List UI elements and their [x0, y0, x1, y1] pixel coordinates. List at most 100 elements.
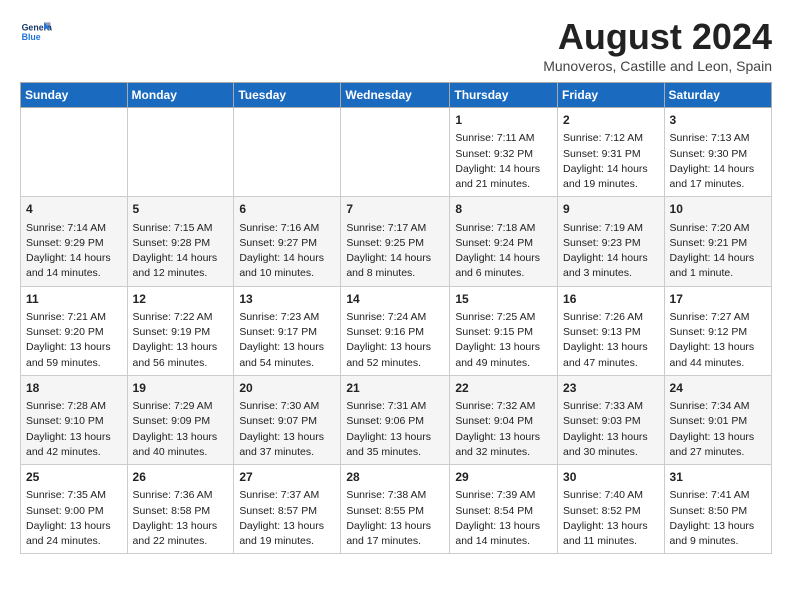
day-number: 13	[239, 291, 335, 308]
day-info: Sunrise: 7:33 AM Sunset: 9:03 PM Dayligh…	[563, 400, 648, 458]
day-info: Sunrise: 7:38 AM Sunset: 8:55 PM Dayligh…	[346, 489, 431, 547]
calendar-cell: 2Sunrise: 7:12 AM Sunset: 9:31 PM Daylig…	[558, 108, 665, 197]
calendar-table: SundayMondayTuesdayWednesdayThursdayFrid…	[20, 82, 772, 554]
day-number: 22	[455, 380, 552, 397]
calendar-cell	[21, 108, 128, 197]
day-number: 7	[346, 201, 444, 218]
day-number: 14	[346, 291, 444, 308]
calendar-cell: 12 Sunrise: 7:22 AM Sunset: 9:19 PM Dayli…	[127, 286, 234, 375]
calendar-cell: 29 Sunrise: 7:39 AM Sunset: 8:54 PM Dayli…	[450, 465, 558, 554]
day-info: Sunrise: 7:24 AM Sunset: 9:16 PM Dayligh…	[346, 311, 431, 369]
day-number: 21	[346, 380, 444, 397]
day-info: Sunrise: 7:19 AM Sunset: 9:23 PM Dayligh…	[563, 222, 648, 280]
calendar-cell: 27 Sunrise: 7:37 AM Sunset: 8:57 PM Dayli…	[234, 465, 341, 554]
calendar-cell: 20 Sunrise: 7:30 AM Sunset: 9:07 PM Dayli…	[234, 375, 341, 464]
calendar-cell	[234, 108, 341, 197]
weekday-header-cell: Thursday	[450, 83, 558, 108]
page-header: General Blue August 2024 Munoveros, Cast…	[20, 16, 772, 74]
title-area: August 2024 Munoveros, Castille and Leon…	[543, 16, 772, 74]
calendar-cell: 21 Sunrise: 7:31 AM Sunset: 9:06 PM Dayli…	[341, 375, 450, 464]
day-info: Sunrise: 7:32 AM Sunset: 9:04 PM Dayligh…	[455, 400, 540, 458]
day-info: Sunrise: 7:11 AM Sunset: 9:32 PM Dayligh…	[455, 132, 540, 190]
day-number: 3	[670, 112, 766, 129]
day-number: 15	[455, 291, 552, 308]
day-info: Sunrise: 7:25 AM Sunset: 9:15 PM Dayligh…	[455, 311, 540, 369]
day-info: Sunrise: 7:31 AM Sunset: 9:06 PM Dayligh…	[346, 400, 431, 458]
calendar-cell: 14 Sunrise: 7:24 AM Sunset: 9:16 PM Dayli…	[341, 286, 450, 375]
weekday-header-cell: Monday	[127, 83, 234, 108]
calendar-cell: 5 Sunrise: 7:15 AM Sunset: 9:28 PM Daylig…	[127, 197, 234, 286]
calendar-cell: 18 Sunrise: 7:28 AM Sunset: 9:10 PM Dayli…	[21, 375, 128, 464]
calendar-cell: 28 Sunrise: 7:38 AM Sunset: 8:55 PM Dayli…	[341, 465, 450, 554]
day-info: Sunrise: 7:30 AM Sunset: 9:07 PM Dayligh…	[239, 400, 324, 458]
day-number: 8	[455, 201, 552, 218]
day-number: 16	[563, 291, 659, 308]
weekday-header-cell: Sunday	[21, 83, 128, 108]
calendar-cell: 4Sunrise: 7:14 AM Sunset: 9:29 PM Daylig…	[21, 197, 128, 286]
day-info: Sunrise: 7:21 AM Sunset: 9:20 PM Dayligh…	[26, 311, 111, 369]
calendar-cell: 6 Sunrise: 7:16 AM Sunset: 9:27 PM Daylig…	[234, 197, 341, 286]
calendar-cell: 24Sunrise: 7:34 AM Sunset: 9:01 PM Dayli…	[664, 375, 771, 464]
weekday-header-cell: Wednesday	[341, 83, 450, 108]
day-info: Sunrise: 7:13 AM Sunset: 9:30 PM Dayligh…	[670, 132, 755, 190]
day-number: 30	[563, 469, 659, 486]
calendar-week-row: 25 Sunrise: 7:35 AM Sunset: 9:00 PM Dayli…	[21, 465, 772, 554]
day-info: Sunrise: 7:26 AM Sunset: 9:13 PM Dayligh…	[563, 311, 648, 369]
day-number: 17	[670, 291, 766, 308]
calendar-cell: 26 Sunrise: 7:36 AM Sunset: 8:58 PM Dayli…	[127, 465, 234, 554]
day-info: Sunrise: 7:35 AM Sunset: 9:00 PM Dayligh…	[26, 489, 111, 547]
calendar-cell: 25 Sunrise: 7:35 AM Sunset: 9:00 PM Dayli…	[21, 465, 128, 554]
weekday-header-cell: Friday	[558, 83, 665, 108]
calendar-cell: 30 Sunrise: 7:40 AM Sunset: 8:52 PM Dayli…	[558, 465, 665, 554]
calendar-cell: 10 Sunrise: 7:20 AM Sunset: 9:21 PM Dayli…	[664, 197, 771, 286]
day-info: Sunrise: 7:17 AM Sunset: 9:25 PM Dayligh…	[346, 222, 431, 280]
calendar-cell: 17 Sunrise: 7:27 AM Sunset: 9:12 PM Dayli…	[664, 286, 771, 375]
day-info: Sunrise: 7:37 AM Sunset: 8:57 PM Dayligh…	[239, 489, 324, 547]
day-info: Sunrise: 7:27 AM Sunset: 9:12 PM Dayligh…	[670, 311, 755, 369]
day-info: Sunrise: 7:28 AM Sunset: 9:10 PM Dayligh…	[26, 400, 111, 458]
calendar-week-row: 1Sunrise: 7:11 AM Sunset: 9:32 PM Daylig…	[21, 108, 772, 197]
day-info: Sunrise: 7:34 AM Sunset: 9:01 PM Dayligh…	[670, 400, 755, 458]
day-info: Sunrise: 7:36 AM Sunset: 8:58 PM Dayligh…	[133, 489, 218, 547]
day-number: 19	[133, 380, 229, 397]
day-number: 18	[26, 380, 122, 397]
calendar-week-row: 4Sunrise: 7:14 AM Sunset: 9:29 PM Daylig…	[21, 197, 772, 286]
calendar-cell: 19Sunrise: 7:29 AM Sunset: 9:09 PM Dayli…	[127, 375, 234, 464]
day-number: 6	[239, 201, 335, 218]
day-number: 23	[563, 380, 659, 397]
month-title: August 2024	[543, 16, 772, 58]
day-number: 12	[133, 291, 229, 308]
logo-icon: General Blue	[20, 16, 52, 48]
day-number: 9	[563, 201, 659, 218]
calendar-cell: 22 Sunrise: 7:32 AM Sunset: 9:04 PM Dayli…	[450, 375, 558, 464]
day-info: Sunrise: 7:22 AM Sunset: 9:19 PM Dayligh…	[133, 311, 218, 369]
svg-text:Blue: Blue	[22, 32, 41, 42]
day-info: Sunrise: 7:20 AM Sunset: 9:21 PM Dayligh…	[670, 222, 755, 280]
day-number: 25	[26, 469, 122, 486]
calendar-cell: 8 Sunrise: 7:18 AM Sunset: 9:24 PM Daylig…	[450, 197, 558, 286]
day-info: Sunrise: 7:23 AM Sunset: 9:17 PM Dayligh…	[239, 311, 324, 369]
day-number: 20	[239, 380, 335, 397]
calendar-week-row: 18 Sunrise: 7:28 AM Sunset: 9:10 PM Dayli…	[21, 375, 772, 464]
day-number: 28	[346, 469, 444, 486]
day-info: Sunrise: 7:39 AM Sunset: 8:54 PM Dayligh…	[455, 489, 540, 547]
calendar-cell: 16 Sunrise: 7:26 AM Sunset: 9:13 PM Dayli…	[558, 286, 665, 375]
day-number: 26	[133, 469, 229, 486]
calendar-cell: 31Sunrise: 7:41 AM Sunset: 8:50 PM Dayli…	[664, 465, 771, 554]
day-info: Sunrise: 7:18 AM Sunset: 9:24 PM Dayligh…	[455, 222, 540, 280]
day-number: 10	[670, 201, 766, 218]
day-info: Sunrise: 7:41 AM Sunset: 8:50 PM Dayligh…	[670, 489, 755, 547]
location-title: Munoveros, Castille and Leon, Spain	[543, 58, 772, 74]
calendar-cell: 1Sunrise: 7:11 AM Sunset: 9:32 PM Daylig…	[450, 108, 558, 197]
day-number: 27	[239, 469, 335, 486]
day-info: Sunrise: 7:16 AM Sunset: 9:27 PM Dayligh…	[239, 222, 324, 280]
day-number: 11	[26, 291, 122, 308]
day-info: Sunrise: 7:40 AM Sunset: 8:52 PM Dayligh…	[563, 489, 648, 547]
calendar-cell: 15 Sunrise: 7:25 AM Sunset: 9:15 PM Dayli…	[450, 286, 558, 375]
calendar-cell: 11 Sunrise: 7:21 AM Sunset: 9:20 PM Dayli…	[21, 286, 128, 375]
day-number: 5	[133, 201, 229, 218]
day-info: Sunrise: 7:15 AM Sunset: 9:28 PM Dayligh…	[133, 222, 218, 280]
day-number: 29	[455, 469, 552, 486]
calendar-body: 1Sunrise: 7:11 AM Sunset: 9:32 PM Daylig…	[21, 108, 772, 554]
weekday-header-row: SundayMondayTuesdayWednesdayThursdayFrid…	[21, 83, 772, 108]
